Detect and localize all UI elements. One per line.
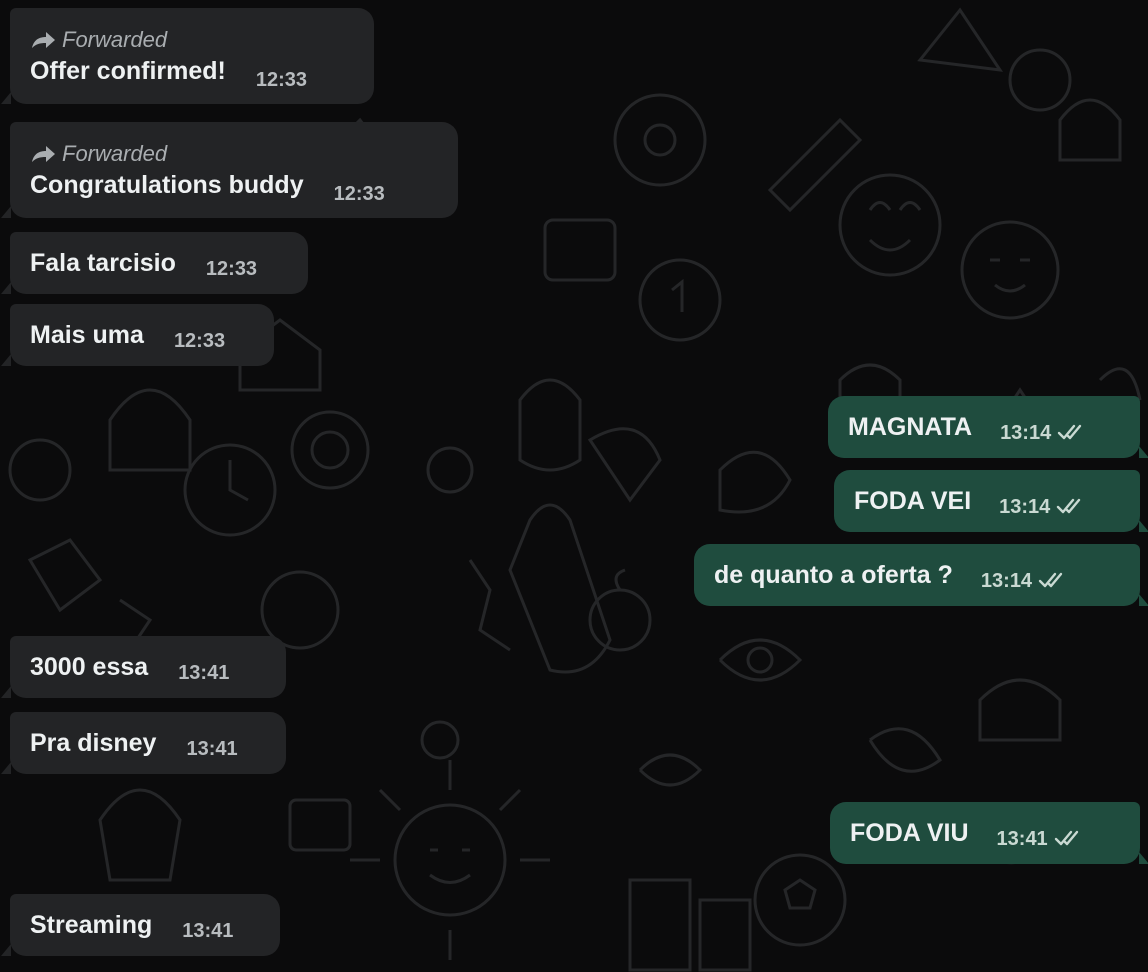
bubble-tail [1139, 852, 1148, 864]
message-bubble[interactable]: Mais uma 12:33 [1, 304, 274, 366]
message-time: 13:41 [186, 737, 238, 760]
message-bubble[interactable]: Forwarded Congratulations buddy 12:33 [1, 122, 458, 218]
double-check-icon [1057, 498, 1081, 514]
message-text: 3000 essa [30, 652, 149, 681]
forward-arrow-icon [32, 31, 55, 48]
message-time: 12:33 [173, 329, 226, 352]
message-time: 12:33 [333, 182, 385, 205]
message-time: 12:33 [255, 68, 308, 91]
message-bubble[interactable]: Forwarded Offer confirmed! 12:33 [1, 8, 374, 104]
message-bubble[interactable]: FODA VEI 13:14 [834, 470, 1148, 532]
message-text: Streaming [30, 910, 153, 939]
double-check-icon [1038, 572, 1063, 588]
bubble-tail [1, 944, 11, 956]
bubble-tail [1, 206, 11, 218]
forward-arrow-icon [32, 145, 55, 162]
bubble-tail [1, 686, 11, 698]
message-text: Offer confirmed! [30, 56, 226, 85]
bubble-tail [1, 282, 11, 294]
bubble-tail [1, 354, 11, 366]
double-check-icon [1054, 830, 1078, 846]
bubble-tail [1139, 594, 1148, 606]
message-bubble[interactable]: 3000 essa 13:41 [1, 636, 286, 698]
message-text: MAGNATA [848, 412, 973, 441]
double-check-icon [1058, 424, 1082, 440]
chat-area[interactable]: Forwarded Offer confirmed! 12:33 Forward… [0, 0, 1148, 972]
message-text: Mais uma [30, 320, 144, 349]
bubble-tail [1, 762, 11, 774]
message-time: 13:14 [999, 495, 1051, 518]
forwarded-label: Forwarded [62, 26, 168, 52]
message-bubble[interactable]: FODA VIU 13:41 [830, 802, 1148, 864]
forwarded-label: Forwarded [62, 140, 168, 166]
message-text: Pra disney [30, 728, 157, 757]
message-text: de quanto a oferta ? [714, 560, 953, 589]
message-bubble[interactable]: Pra disney 13:41 [1, 712, 286, 774]
message-bubble[interactable]: Fala tarcisio 12:33 [1, 232, 308, 294]
message-time: 13:14 [1000, 421, 1052, 444]
message-text: FODA VIU [850, 818, 969, 847]
message-time: 13:14 [980, 569, 1033, 592]
bubble-tail [1, 92, 11, 104]
message-text: Congratulations buddy [30, 170, 304, 199]
message-time: 12:33 [205, 257, 258, 280]
bubble-tail [1139, 446, 1148, 458]
bubble-tail [1139, 520, 1148, 532]
message-time: 13:41 [178, 661, 230, 684]
message-bubble[interactable]: Streaming 13:41 [1, 894, 280, 956]
message-text: Fala tarcisio [30, 248, 176, 277]
message-bubble[interactable]: de quanto a oferta ? 13:14 [694, 544, 1148, 606]
message-text: FODA VEI [854, 486, 972, 515]
message-bubble[interactable]: MAGNATA 13:14 [828, 396, 1148, 458]
message-time: 13:41 [182, 919, 234, 942]
message-time: 13:41 [996, 827, 1048, 850]
